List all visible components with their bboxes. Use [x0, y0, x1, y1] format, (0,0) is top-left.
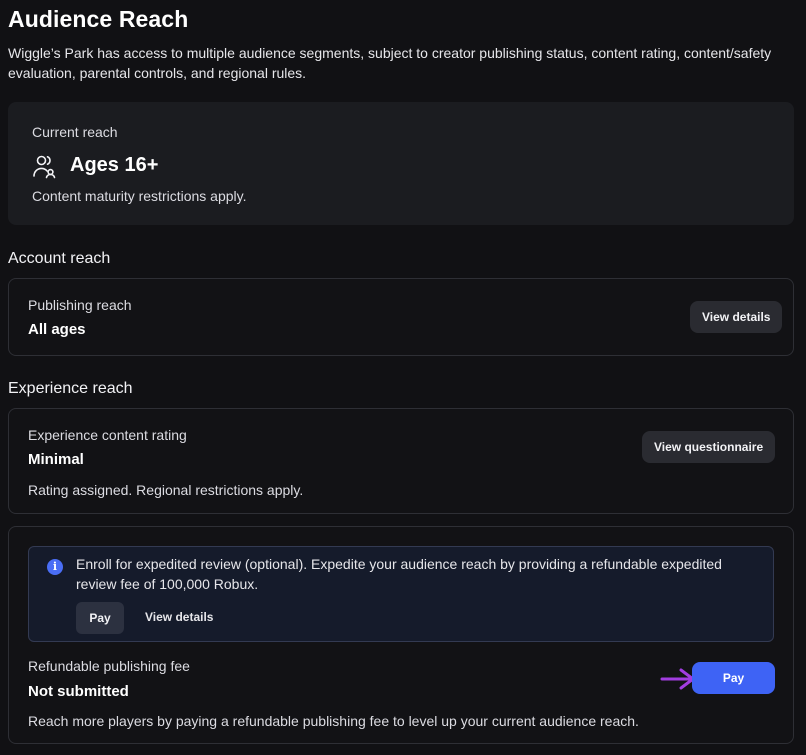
publishing-fee-card: i Enroll for expedited review (optional)… — [8, 526, 794, 744]
experience-reach-heading: Experience reach — [8, 380, 133, 397]
audience-reach-page: Audience Reach Wiggle’s Park has access … — [0, 0, 806, 755]
expedited-pay-button[interactable]: Pay — [76, 602, 124, 634]
experience-reach-card: Experience content rating Minimal Rating… — [8, 408, 794, 514]
view-questionnaire-button[interactable]: View questionnaire — [642, 431, 776, 463]
current-reach-value: Ages 16+ — [70, 154, 159, 176]
publishing-fee-status: Not submitted — [28, 683, 129, 700]
info-icon: i — [47, 559, 63, 575]
account-reach-heading: Account reach — [8, 250, 111, 267]
page-title: Audience Reach — [8, 6, 189, 32]
publishing-reach-label: Publishing reach — [28, 297, 132, 313]
current-reach-card: Current reach Ages 16+ Content maturity … — [8, 102, 794, 225]
users-icon — [33, 155, 56, 179]
expedited-review-banner: i Enroll for expedited review (optional)… — [28, 546, 774, 642]
publishing-reach-value: All ages — [28, 321, 86, 338]
content-rating-label: Experience content rating — [28, 427, 187, 443]
account-view-details-button[interactable]: View details — [690, 301, 783, 333]
current-reach-label: Current reach — [32, 124, 118, 140]
publishing-fee-label: Refundable publishing fee — [28, 658, 190, 674]
page-description: Wiggle’s Park has access to multiple aud… — [8, 45, 772, 81]
publishing-fee-pay-button[interactable]: Pay — [692, 662, 775, 694]
account-reach-card: Publishing reach All ages View details — [8, 278, 794, 356]
content-rating-note: Rating assigned. Regional restrictions a… — [28, 482, 304, 498]
current-reach-note: Content maturity restrictions apply. — [32, 188, 247, 204]
content-rating-value: Minimal — [28, 451, 84, 468]
publishing-fee-note: Reach more players by paying a refundabl… — [28, 713, 639, 729]
expedited-view-details-link[interactable]: View details — [145, 610, 213, 624]
expedited-review-text: Enroll for expedited review (optional). … — [76, 556, 722, 592]
